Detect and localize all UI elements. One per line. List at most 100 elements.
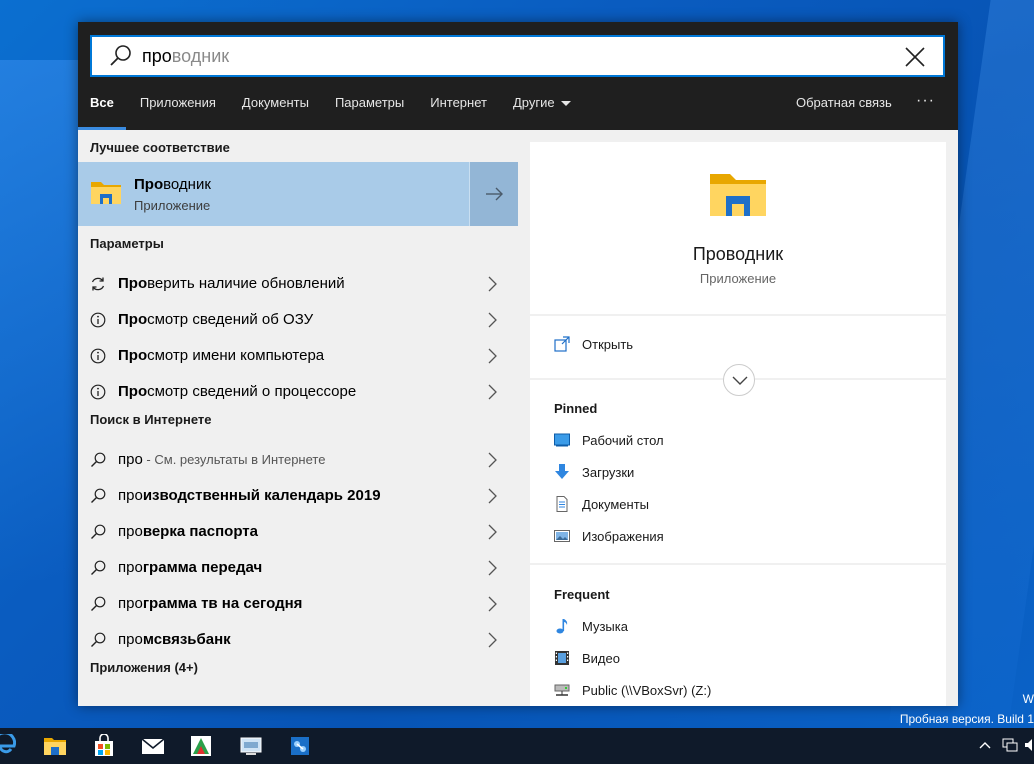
best-match-subtitle: Приложение (134, 198, 211, 213)
tray-chevron-up-icon[interactable] (978, 738, 992, 755)
app-icon[interactable] (189, 734, 213, 758)
chevron-down-icon (560, 101, 571, 107)
file-explorer-icon (90, 178, 122, 211)
settings-result[interactable]: Просмотр сведений об ОЗУ (78, 302, 518, 338)
settings-result[interactable]: Просмотр имени компьютера (78, 338, 518, 374)
settings-heading: Параметры (90, 236, 164, 251)
search-typed-text: про (142, 45, 172, 66)
settings-result-rest: смотр сведений об ОЗУ (147, 311, 314, 328)
store-icon[interactable] (92, 733, 116, 758)
more-options-button[interactable]: ··· (916, 88, 935, 114)
frequent-heading: Frequent (554, 587, 610, 602)
tab-settings[interactable]: Параметры (335, 88, 404, 130)
expand-actions-button[interactable] (723, 364, 755, 396)
search-icon (90, 596, 106, 612)
frequent-network-drive[interactable]: Public (\\VBoxSvr) (Z:) (554, 679, 711, 701)
frequent-music[interactable]: Музыка (554, 615, 628, 637)
pictures-icon (554, 528, 570, 544)
search-input[interactable]: проводник (142, 46, 862, 67)
network-app-icon[interactable] (288, 734, 312, 758)
tab-documents-label: Документы (241, 95, 309, 110)
search-icon (90, 524, 106, 540)
document-icon (554, 496, 570, 512)
network-status-icon[interactable] (1002, 738, 1018, 755)
settings-result-label: Проверить наличие обновлений (118, 275, 345, 292)
best-match-title-bold: Про (134, 176, 164, 193)
frequent-video[interactable]: Видео (554, 647, 620, 669)
edge-browser-icon[interactable] (0, 731, 17, 758)
file-explorer-taskbar-icon[interactable] (43, 734, 67, 758)
web-result-plain: про (118, 631, 143, 648)
web-result[interactable]: проверка паспорта (78, 514, 518, 550)
web-result-label: промсвязьбанк (118, 631, 231, 648)
watermark-line1: W (1022, 692, 1034, 706)
web-result-bold: мсвязьбанк (142, 631, 231, 648)
chevron-right-icon (486, 348, 498, 364)
search-icon (90, 488, 106, 504)
settings-result-label: Просмотр сведений о процессоре (118, 383, 356, 400)
web-result-plain: про (118, 595, 143, 612)
mail-icon[interactable] (141, 734, 165, 758)
tab-web[interactable]: Интернет (430, 88, 487, 130)
search-icon (90, 560, 106, 576)
apps-more-heading[interactable]: Приложения (4+) (90, 660, 198, 675)
settings-result-bold: Про (118, 383, 148, 400)
best-match-expand-button[interactable] (469, 162, 518, 226)
search-box[interactable]: проводник (90, 35, 945, 77)
tab-apps[interactable]: Приложения (140, 88, 216, 130)
open-action-label: Открыть (582, 336, 634, 352)
feedback-link[interactable]: Обратная связь (796, 88, 892, 118)
web-result-bold: верка паспорта (142, 523, 258, 540)
tab-other-label: Другие (512, 95, 555, 110)
tab-documents[interactable]: Документы (242, 88, 309, 130)
info-icon (90, 348, 106, 364)
desktop-light-beam-left (0, 60, 78, 580)
settings-result-bold: Про (118, 347, 148, 364)
web-result-label: проверка паспорта (118, 523, 258, 540)
tab-all[interactable]: Все (78, 88, 126, 130)
info-icon (90, 384, 106, 400)
settings-result[interactable]: Проверить наличие обновлений (78, 266, 518, 302)
file-explorer-large-icon (708, 170, 768, 225)
best-match-result: Проводник Приложение (78, 162, 518, 226)
search-header: проводник Все Приложения Документы Парам… (78, 22, 958, 130)
best-match-heading: Лучшее соответствие (90, 140, 230, 155)
search-filter-tabs: Все Приложения Документы Параметры Интер… (78, 88, 597, 130)
tab-web-label: Интернет (430, 95, 487, 110)
tab-apps-label: Приложения (139, 95, 216, 110)
search-autocomplete-hint: водник (171, 45, 230, 66)
web-result[interactable]: промсвязьбанк (78, 622, 518, 658)
network-drive-icon (554, 682, 570, 698)
web-result-label: производственный календарь 2019 (118, 487, 381, 504)
pinned-documents[interactable]: Документы (554, 493, 649, 515)
arrow-right-icon (486, 187, 503, 201)
best-match-item[interactable]: Проводник Приложение (78, 162, 469, 226)
web-result-plain: про (118, 487, 143, 504)
control-panel-icon[interactable] (239, 734, 263, 758)
clear-search-button[interactable] (903, 45, 927, 69)
pinned-heading: Pinned (554, 401, 598, 416)
chevron-right-icon (486, 560, 498, 576)
search-icon (90, 452, 106, 468)
chevron-right-icon (486, 524, 498, 540)
settings-result-bold: Про (118, 275, 148, 292)
settings-result-bold: Про (118, 311, 148, 328)
pinned-desktop[interactable]: Рабочий стол (554, 429, 664, 451)
frequent-video-label: Видео (582, 650, 620, 666)
web-result[interactable]: программа передач (78, 550, 518, 586)
volume-icon[interactable] (1024, 738, 1034, 755)
web-result[interactable]: программа тв на сегодня (78, 586, 518, 622)
web-result-query: про (118, 451, 143, 468)
web-result[interactable]: про - См. результаты в Интернете (78, 442, 518, 478)
video-icon (554, 650, 570, 666)
web-result[interactable]: производственный календарь 2019 (78, 478, 518, 514)
open-action[interactable]: Открыть (554, 333, 633, 355)
pinned-pictures[interactable]: Изображения (554, 525, 664, 547)
settings-result-label: Просмотр имени компьютера (118, 347, 324, 364)
pinned-downloads[interactable]: Загрузки (554, 461, 634, 483)
web-result-label: программа передач (118, 559, 262, 576)
pinned-documents-label: Документы (582, 496, 650, 512)
settings-result[interactable]: Просмотр сведений о процессоре (78, 374, 518, 410)
settings-result-label: Просмотр сведений об ОЗУ (118, 311, 313, 328)
tab-other[interactable]: Другие (513, 88, 571, 130)
